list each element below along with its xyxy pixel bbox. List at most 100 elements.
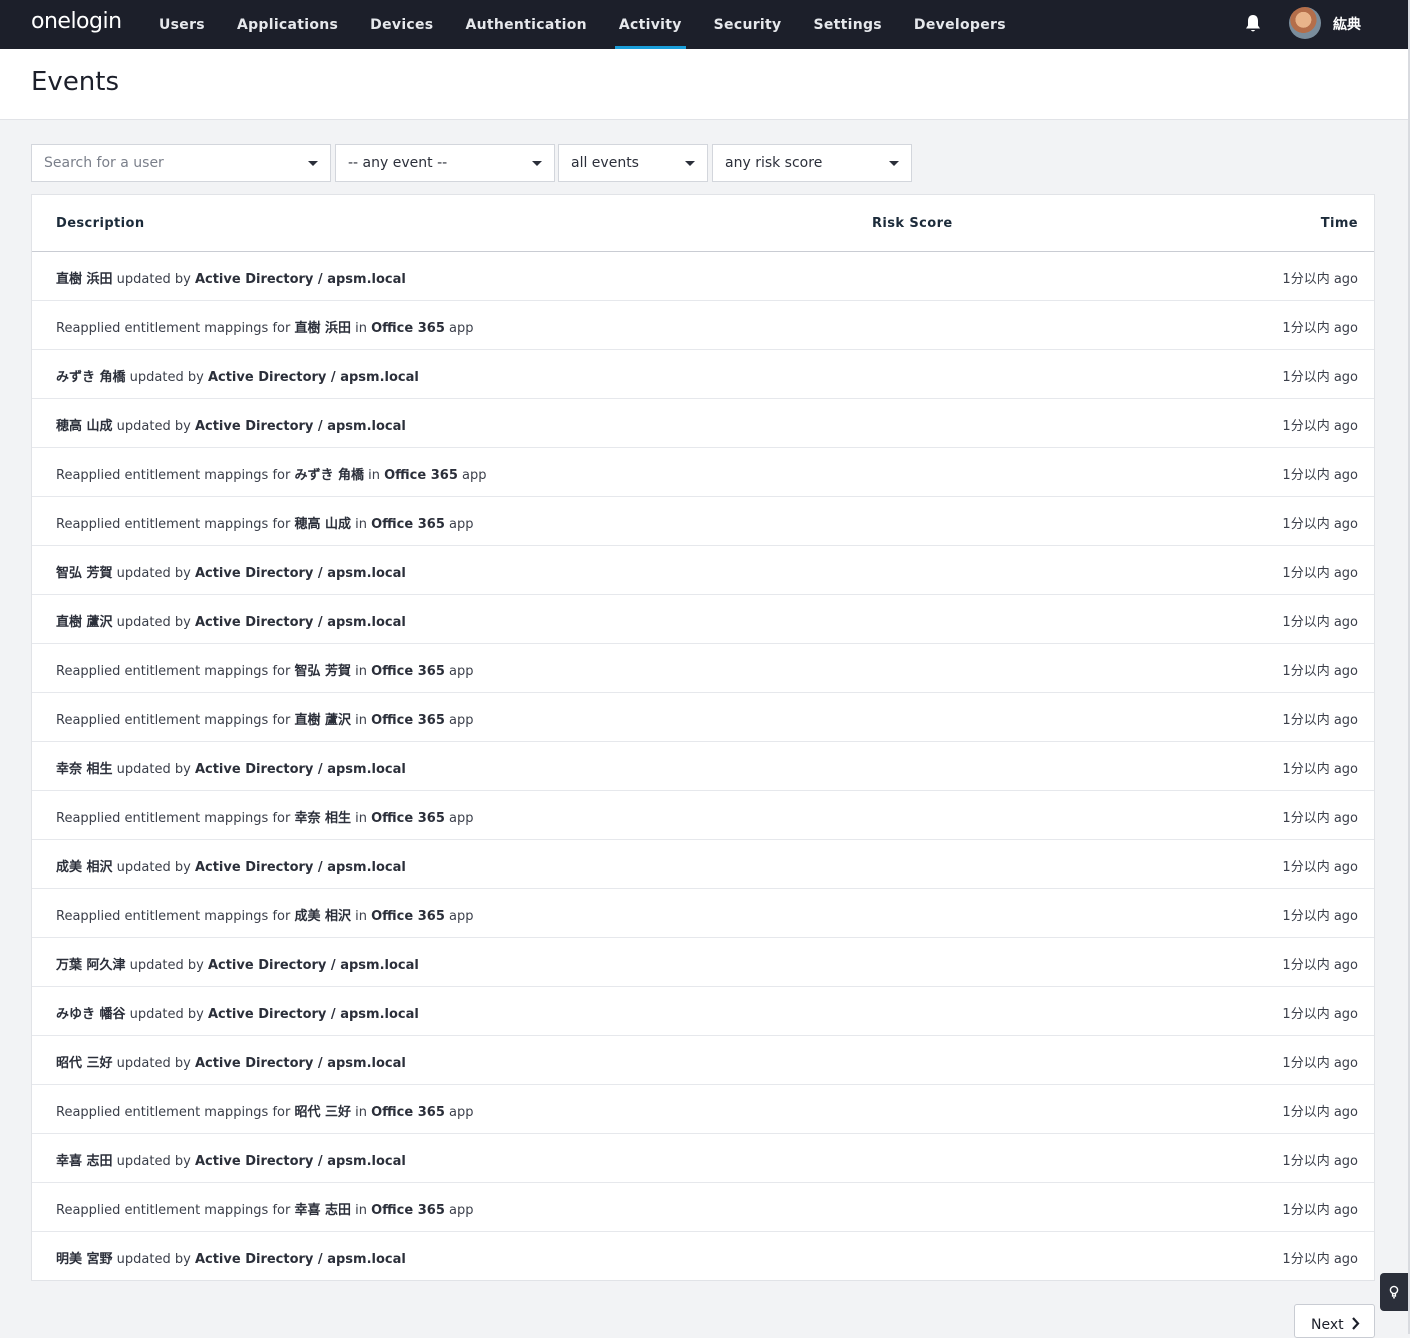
table-row[interactable]: 幸喜 志田 updated by Active Directory / apsm… xyxy=(32,1134,1374,1183)
event-description: Reapplied entitlement mappings for 昭代 三好… xyxy=(56,1101,473,1120)
event-text: in xyxy=(351,321,372,336)
event-time: 1分以内 ago xyxy=(1282,762,1358,777)
event-entity: 智弘 芳賀 xyxy=(56,566,113,581)
table-row[interactable]: 智弘 芳賀 updated by Active Directory / apsm… xyxy=(32,546,1374,595)
table-row[interactable]: Reapplied entitlement mappings for 成美 相沢… xyxy=(32,889,1374,938)
event-time: 1分以内 ago xyxy=(1282,1105,1358,1120)
event-text: app xyxy=(444,909,474,924)
event-text: app xyxy=(444,517,474,532)
event-entity: 幸喜 志田 xyxy=(56,1154,113,1169)
caret-down-icon xyxy=(308,161,318,166)
event-entity: Active Directory / apsm.local xyxy=(194,762,406,777)
next-label: Next xyxy=(1311,1317,1344,1333)
table-row[interactable]: Reapplied entitlement mappings for 直樹 浜田… xyxy=(32,301,1374,350)
table-body: 直樹 浜田 updated by Active Directory / apsm… xyxy=(32,252,1374,1281)
event-text: in xyxy=(351,1105,372,1120)
event-description: Reapplied entitlement mappings for 直樹 蘆沢… xyxy=(56,709,473,728)
username[interactable]: 紘典 xyxy=(1333,14,1361,34)
user-search-select[interactable]: Search for a user xyxy=(31,144,331,182)
event-entity: 直樹 蘆沢 xyxy=(56,615,113,630)
nav-activity[interactable]: Activity xyxy=(603,0,698,49)
table-row[interactable]: Reapplied entitlement mappings for 直樹 蘆沢… xyxy=(32,693,1374,742)
column-risk-score[interactable]: Risk Score xyxy=(872,216,953,231)
table-row[interactable]: Reapplied entitlement mappings for 幸喜 志田… xyxy=(32,1183,1374,1232)
caret-down-icon xyxy=(889,161,899,166)
event-text: updated by xyxy=(112,419,195,434)
event-entity: Office 365 xyxy=(371,321,445,336)
event-text: app xyxy=(444,811,474,826)
table-row[interactable]: 幸奈 相生 updated by Active Directory / apsm… xyxy=(32,742,1374,791)
onelogin-logo[interactable]: onelogin xyxy=(31,8,122,36)
table-row[interactable]: 直樹 蘆沢 updated by Active Directory / apsm… xyxy=(32,595,1374,644)
event-entity: Active Directory / apsm.local xyxy=(194,419,406,434)
event-entity: Office 365 xyxy=(371,1203,445,1218)
event-description: Reapplied entitlement mappings for 成美 相沢… xyxy=(56,905,473,924)
event-entity: Office 365 xyxy=(371,517,445,532)
event-time: 1分以内 ago xyxy=(1282,1252,1358,1267)
event-text: updated by xyxy=(125,370,208,385)
table-row[interactable]: 穂高 山成 updated by Active Directory / apsm… xyxy=(32,399,1374,448)
table-row[interactable]: Reapplied entitlement mappings for 智弘 芳賀… xyxy=(32,644,1374,693)
risk-score-select[interactable]: any risk score xyxy=(712,144,912,182)
event-text: app xyxy=(444,713,474,728)
event-time: 1分以内 ago xyxy=(1282,1007,1358,1022)
nav-users[interactable]: Users xyxy=(143,0,221,49)
nav-devices[interactable]: Devices xyxy=(354,0,449,49)
event-text: app xyxy=(444,321,474,336)
table-row[interactable]: 明美 宮野 updated by Active Directory / apsm… xyxy=(32,1232,1374,1281)
event-description: 昭代 三好 updated by Active Directory / apsm… xyxy=(56,1052,406,1071)
table-row[interactable]: 直樹 浜田 updated by Active Directory / apsm… xyxy=(32,252,1374,301)
event-type-select[interactable]: -- any event -- xyxy=(335,144,555,182)
event-time: 1分以内 ago xyxy=(1282,370,1358,385)
column-time[interactable]: Time xyxy=(1321,216,1358,231)
nav-developers[interactable]: Developers xyxy=(898,0,1022,49)
user-search-placeholder: Search for a user xyxy=(44,155,164,171)
caret-down-icon xyxy=(532,161,542,166)
event-text: app xyxy=(444,1105,474,1120)
event-text: Reapplied entitlement mappings for xyxy=(56,1203,295,1218)
event-description: 幸奈 相生 updated by Active Directory / apsm… xyxy=(56,758,406,777)
help-tab[interactable] xyxy=(1380,1273,1408,1311)
event-entity: 幸奈 相生 xyxy=(56,762,113,777)
lightbulb-icon xyxy=(1389,1285,1399,1299)
event-text: updated by xyxy=(125,958,208,973)
table-row[interactable]: 万葉 阿久津 updated by Active Directory / aps… xyxy=(32,938,1374,987)
event-time: 1分以内 ago xyxy=(1282,566,1358,581)
event-time: 1分以内 ago xyxy=(1282,1056,1358,1071)
event-entity: Active Directory / apsm.local xyxy=(207,1007,419,1022)
event-time: 1分以内 ago xyxy=(1282,811,1358,826)
event-time: 1分以内 ago xyxy=(1282,321,1358,336)
column-description[interactable]: Description xyxy=(56,216,144,231)
event-text: Reapplied entitlement mappings for xyxy=(56,1105,295,1120)
event-time: 1分以内 ago xyxy=(1282,468,1358,483)
table-row[interactable]: 昭代 三好 updated by Active Directory / apsm… xyxy=(32,1036,1374,1085)
table-row[interactable]: 成美 相沢 updated by Active Directory / apsm… xyxy=(32,840,1374,889)
event-entity: Active Directory / apsm.local xyxy=(207,958,419,973)
chevron-right-icon xyxy=(1352,1317,1360,1330)
event-entity: Active Directory / apsm.local xyxy=(194,1252,406,1267)
nav-security[interactable]: Security xyxy=(698,0,798,49)
table-row[interactable]: Reapplied entitlement mappings for 幸奈 相生… xyxy=(32,791,1374,840)
event-entity: Active Directory / apsm.local xyxy=(194,272,406,287)
next-page-button[interactable]: Next xyxy=(1294,1304,1375,1338)
event-type-value: -- any event -- xyxy=(348,155,448,171)
event-entity: Active Directory / apsm.local xyxy=(207,370,419,385)
event-entity: 直樹 浜田 xyxy=(56,272,113,287)
table-row[interactable]: Reapplied entitlement mappings for 昭代 三好… xyxy=(32,1085,1374,1134)
table-row[interactable]: Reapplied entitlement mappings for みずき 角… xyxy=(32,448,1374,497)
event-text: Reapplied entitlement mappings for xyxy=(56,664,295,679)
nav-authentication[interactable]: Authentication xyxy=(449,0,602,49)
event-description: Reapplied entitlement mappings for 穂高 山成… xyxy=(56,513,473,532)
nav-settings[interactable]: Settings xyxy=(797,0,897,49)
bell-icon[interactable] xyxy=(1244,14,1262,34)
avatar[interactable] xyxy=(1289,7,1321,39)
event-scope-select[interactable]: all events xyxy=(558,144,708,182)
table-row[interactable]: みずき 角橋 updated by Active Directory / aps… xyxy=(32,350,1374,399)
table-row[interactable]: Reapplied entitlement mappings for 穂高 山成… xyxy=(32,497,1374,546)
event-entity: Active Directory / apsm.local xyxy=(194,1056,406,1071)
table-row[interactable]: みゆき 幡谷 updated by Active Directory / aps… xyxy=(32,987,1374,1036)
nav-applications[interactable]: Applications xyxy=(221,0,354,49)
event-text: in xyxy=(351,664,372,679)
event-scope-value: all events xyxy=(571,155,639,171)
event-entity: 幸奈 相生 xyxy=(294,811,351,826)
